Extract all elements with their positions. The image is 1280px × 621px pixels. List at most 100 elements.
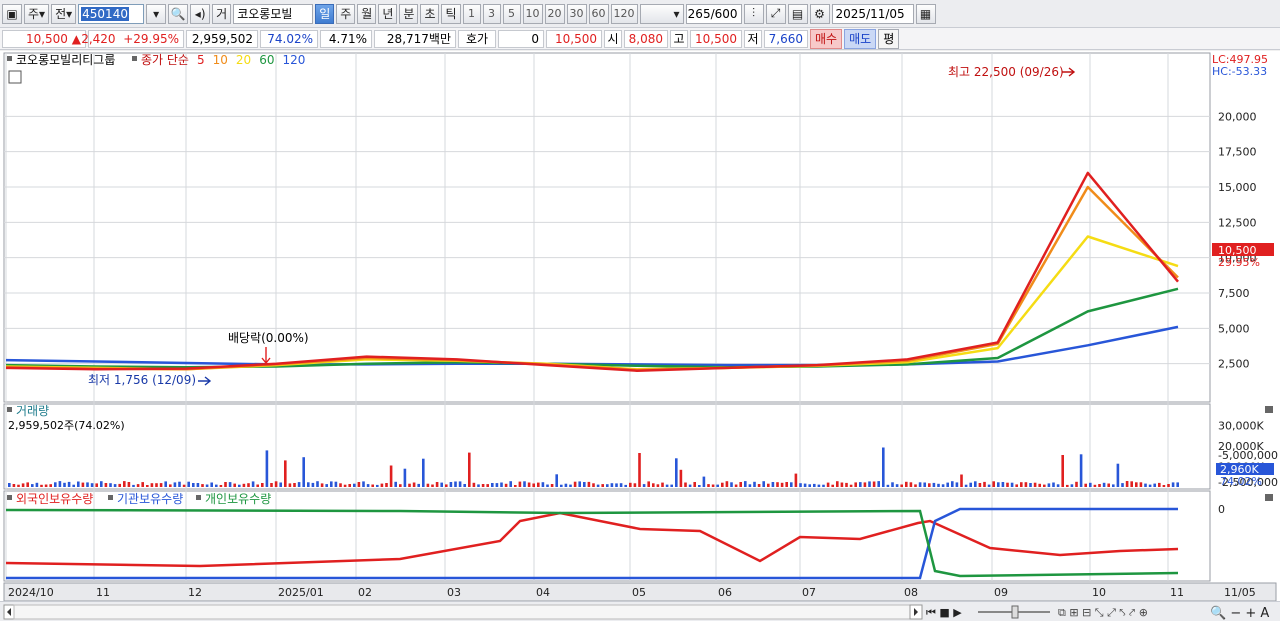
buy-button[interactable]: 매수 (810, 28, 843, 49)
volume-bar (693, 482, 696, 487)
volume-bar (891, 482, 894, 487)
volume-bar (941, 484, 945, 487)
volume-bar (385, 483, 388, 487)
calendar-icon[interactable]: ▦ (915, 3, 936, 24)
draw-icon[interactable]: ⤢ (765, 3, 786, 24)
candle-icon[interactable]: ⫶ (743, 3, 764, 24)
view-count-field[interactable]: 265/600 (685, 3, 742, 24)
volume-bar (325, 484, 328, 487)
volume-bar (1015, 484, 1018, 487)
volume-bar (587, 481, 591, 487)
volume-bar (288, 483, 292, 487)
period-tab-6[interactable]: 초 (420, 3, 440, 24)
interval-30[interactable]: 30 (566, 3, 587, 24)
speaker-icon[interactable]: ◂) (190, 3, 211, 24)
volume-bar (435, 482, 439, 487)
search-icon[interactable]: 🔍 (168, 3, 189, 24)
gear-icon[interactable]: ⚙ (809, 3, 830, 24)
volume-bar (146, 485, 149, 487)
volume-bar (431, 484, 434, 487)
volume-bar (932, 482, 936, 487)
interval-60[interactable]: 60 (588, 3, 609, 24)
panel-collapse-icon[interactable] (1265, 494, 1273, 501)
period-tab-7[interactable]: 틱 (441, 3, 461, 24)
volume-bar (1033, 482, 1037, 487)
volume-bar (702, 476, 706, 487)
volume-bar (141, 482, 144, 487)
period-tab-1[interactable]: 일 (315, 3, 335, 24)
period-tab-3[interactable]: 월 (357, 3, 377, 24)
chart-tools-icons[interactable]: ⧉ ⊞ ⊟ ⤡ ⤢ ⤣ ⤤ ⊕ (1058, 606, 1148, 619)
volume-bar (753, 481, 756, 487)
interval-120[interactable]: 120 (610, 3, 638, 24)
volume-bar (647, 481, 650, 487)
interval-10[interactable]: 10 (522, 3, 543, 24)
volume-bar (969, 482, 972, 487)
volume-bar (610, 483, 614, 487)
panel-collapse-icon[interactable] (1265, 406, 1273, 413)
code-dropdown-icon[interactable]: ▾ (146, 3, 167, 24)
volume-bar (564, 483, 568, 487)
volume-bar (909, 482, 913, 487)
volume-bar (265, 450, 269, 487)
volume-bar (955, 482, 959, 487)
interval-1[interactable]: 1 (462, 3, 481, 24)
interval-dropdown[interactable]: ▾ (639, 3, 684, 24)
volume-bar (895, 484, 899, 487)
layout-icon[interactable]: ▣ (2, 3, 22, 24)
bottom-scrollbar[interactable]: ⏮ ■ ▶ ⧉ ⊞ ⊟ ⤡ ⤢ ⤣ ⤤ ⊕ 🔍 − + A (0, 601, 1280, 621)
stock-code-input[interactable]: 450140 (78, 3, 145, 24)
interval-3[interactable]: 3 (482, 3, 501, 24)
volume-bar (739, 482, 742, 487)
volume-bar (1020, 482, 1023, 487)
volume-bar (679, 469, 683, 487)
high-value: 10,500 (690, 29, 742, 48)
period-tab-0[interactable]: 거 (212, 3, 232, 24)
volume-bar (182, 484, 186, 487)
zoom-tools-icons[interactable]: 🔍 − + A (1210, 604, 1269, 621)
interval-5[interactable]: 5 (502, 3, 521, 24)
table-icon[interactable] (8, 70, 22, 84)
volume-panel (3, 403, 1211, 490)
volume-bar (440, 482, 443, 487)
volume-bar (555, 474, 558, 487)
save-icon[interactable]: ▤ (787, 3, 808, 24)
volume-bar (771, 482, 775, 487)
volume-bar (486, 484, 489, 487)
volume-bar (974, 481, 977, 487)
holding-panel (3, 490, 1211, 582)
volume-bar (900, 484, 903, 487)
holding-y-tick: 0 (1218, 503, 1225, 516)
volume-bar (514, 485, 517, 487)
volume-bar (376, 484, 379, 487)
volume-bar (1102, 482, 1106, 487)
period-tab-4[interactable]: 년 (378, 3, 398, 24)
volume-bar (1052, 482, 1055, 487)
x-axis-label: 10 (1092, 586, 1106, 599)
price-y-tick: 17,500 (1218, 146, 1257, 159)
market-select[interactable]: 주 ▾ (24, 3, 50, 24)
eval-button[interactable]: 평 (878, 28, 900, 49)
period-tab-2[interactable]: 주 (336, 3, 356, 24)
volume-bar (688, 484, 692, 487)
playback-icons[interactable]: ⏮ ■ ▶ (926, 606, 962, 619)
ma-period-120: 120 (282, 53, 305, 67)
volume-bar (518, 481, 522, 487)
volume-bar (744, 481, 747, 487)
scroll-track[interactable] (13, 604, 911, 620)
volume-bar (767, 483, 770, 487)
volume-bar (164, 481, 167, 487)
volume-bar (840, 482, 844, 487)
volume-value: 2,959,502주(74.02%) (8, 419, 125, 432)
volume-current-pct: 74.02% (1220, 475, 1262, 488)
date-field[interactable]: 2025/11/05 (831, 3, 914, 24)
legend-square-icon (132, 56, 137, 61)
chart-area[interactable]: 20,000 17,500 15,000 12,500 10,000 7,500 5,000… (0, 51, 1280, 603)
scope-select[interactable]: 전 ▾ (51, 3, 77, 24)
volume-bar (58, 481, 62, 487)
sell-button[interactable]: 매도 (844, 28, 877, 49)
chart-svg[interactable]: 20,00017,50015,00012,50010,0007,5005,000… (0, 51, 1280, 603)
zoom-slider-handle[interactable] (1011, 605, 1019, 619)
period-tab-5[interactable]: 분 (399, 3, 419, 24)
interval-20[interactable]: 20 (544, 3, 565, 24)
